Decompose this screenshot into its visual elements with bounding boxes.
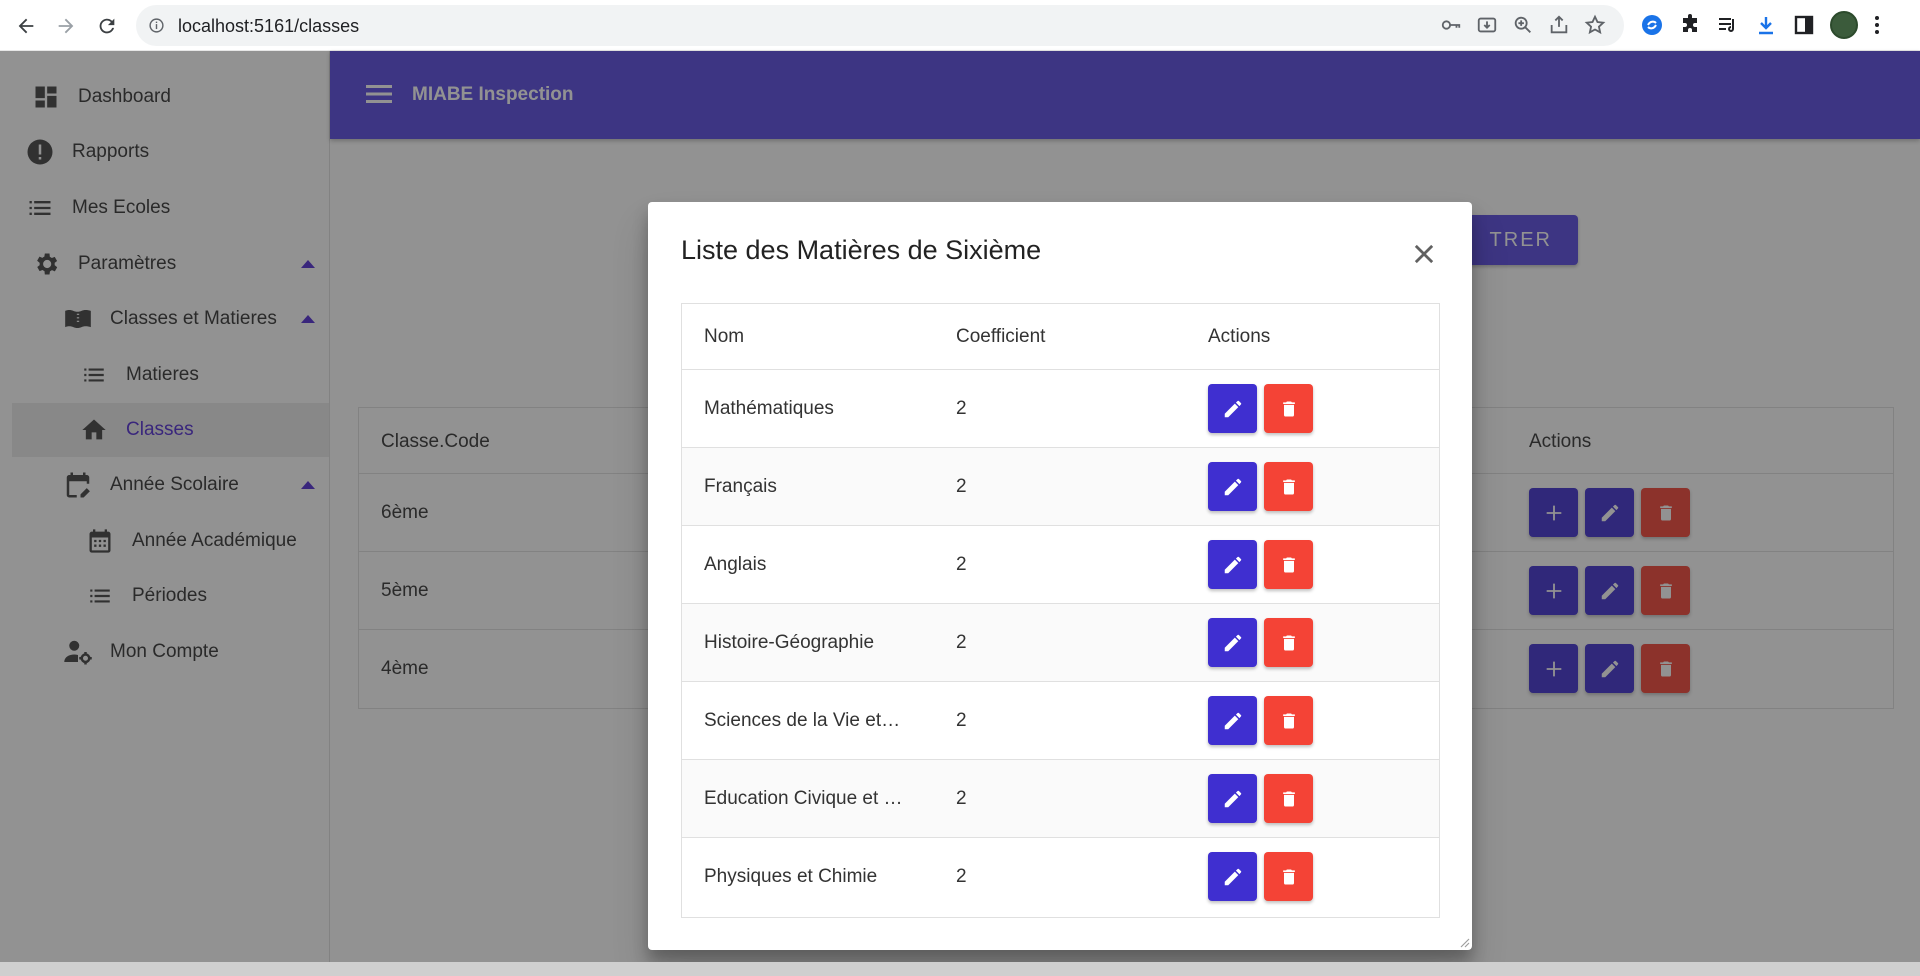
- url-text[interactable]: localhost:5161/classes: [178, 16, 359, 37]
- pencil-icon: [1224, 790, 1241, 807]
- subject-name: Histoire-Géographie: [704, 632, 875, 653]
- app-shell: Dashboard Rapports Mes Ecoles Paramètres: [0, 51, 1920, 976]
- table-row: Histoire-Géographie 2: [682, 604, 1439, 682]
- edit-button[interactable]: [1208, 462, 1257, 511]
- trash-icon: [1282, 401, 1295, 416]
- edit-button[interactable]: [1208, 618, 1257, 667]
- table-row: Mathématiques 2: [682, 370, 1439, 448]
- share-icon[interactable]: [1548, 14, 1570, 36]
- page-horizontal-scrollbar[interactable]: [0, 962, 1920, 976]
- reload-icon: [99, 18, 115, 34]
- pencil-icon: [1224, 868, 1241, 885]
- arrow-right-icon: [58, 18, 74, 34]
- delete-button[interactable]: [1264, 384, 1313, 433]
- subject-name: Education Civique et …: [704, 788, 903, 809]
- edit-button[interactable]: [1208, 384, 1257, 433]
- browser-toolbar: localhost:5161/classes: [0, 0, 1920, 51]
- subject-name: Sciences de la Vie et…: [704, 710, 901, 731]
- trash-icon: [1282, 869, 1295, 884]
- key-icon[interactable]: [1440, 14, 1462, 36]
- delete-button[interactable]: [1264, 462, 1313, 511]
- table-row: Français 2: [682, 448, 1439, 526]
- edit-button[interactable]: [1208, 696, 1257, 745]
- pencil-icon: [1224, 400, 1241, 417]
- table-row: Physiques et Chimie 2: [682, 838, 1439, 916]
- column-header-actions: Actions: [1208, 326, 1271, 347]
- install-icon[interactable]: [1476, 14, 1498, 36]
- subject-coefficient: 2: [956, 866, 967, 887]
- subject-coefficient: 2: [956, 398, 967, 419]
- pencil-icon: [1224, 634, 1241, 651]
- subject-coefficient: 2: [956, 710, 967, 731]
- trash-icon: [1282, 557, 1295, 572]
- subjects-table: Nom Coefficient Actions Mathématiques 2 …: [681, 303, 1440, 918]
- edit-button[interactable]: [1208, 540, 1257, 589]
- download-icon[interactable]: [1754, 13, 1778, 37]
- delete-button[interactable]: [1264, 774, 1313, 823]
- forward-button[interactable]: [52, 12, 80, 40]
- pencil-icon: [1224, 712, 1241, 729]
- extension-blue-icon[interactable]: [1640, 13, 1664, 37]
- back-button[interactable]: [12, 12, 40, 40]
- delete-button[interactable]: [1264, 540, 1313, 589]
- table-row: Sciences de la Vie et… 2: [682, 682, 1439, 760]
- column-header-coefficient: Coefficient: [956, 326, 1046, 347]
- table-row: Education Civique et … 2: [682, 760, 1439, 838]
- star-icon[interactable]: [1584, 14, 1606, 36]
- puzzle-icon[interactable]: [1678, 13, 1702, 37]
- subject-coefficient: 2: [956, 788, 967, 809]
- trash-icon: [1282, 713, 1295, 728]
- delete-button[interactable]: [1264, 852, 1313, 901]
- dialog-title: Liste des Matières de Sixième: [681, 235, 1042, 265]
- trash-icon: [1282, 479, 1295, 494]
- subject-name: Mathématiques: [704, 398, 834, 419]
- profile-avatar[interactable]: [1830, 11, 1858, 39]
- sidepanel-icon[interactable]: [1792, 13, 1816, 37]
- subject-coefficient: 2: [956, 476, 967, 497]
- info-icon: [149, 18, 164, 33]
- pencil-icon: [1224, 478, 1241, 495]
- address-bar[interactable]: localhost:5161/classes: [136, 5, 1624, 46]
- zoom-icon[interactable]: [1512, 14, 1534, 36]
- subjects-dialog: Liste des Matières de Sixième Nom Coeffi…: [648, 202, 1472, 950]
- media-icon[interactable]: [1716, 13, 1740, 37]
- subject-name: Français: [704, 476, 777, 497]
- arrow-left-icon: [18, 18, 34, 34]
- table-header: Nom Coefficient Actions: [682, 304, 1439, 370]
- resize-grip-icon[interactable]: [1458, 936, 1470, 948]
- trash-icon: [1282, 635, 1295, 650]
- subject-coefficient: 2: [956, 554, 967, 575]
- subject-coefficient: 2: [956, 632, 967, 653]
- pencil-icon: [1224, 556, 1241, 573]
- reload-button[interactable]: [93, 12, 121, 40]
- column-header-nom: Nom: [704, 326, 745, 347]
- more-vert-icon[interactable]: [1872, 13, 1882, 37]
- subject-name: Physiques et Chimie: [704, 866, 878, 887]
- close-icon[interactable]: [1410, 240, 1438, 268]
- trash-icon: [1282, 791, 1295, 806]
- subject-name: Anglais: [704, 554, 767, 575]
- table-row: Anglais 2: [682, 526, 1439, 604]
- edit-button[interactable]: [1208, 852, 1257, 901]
- delete-button[interactable]: [1264, 696, 1313, 745]
- delete-button[interactable]: [1264, 618, 1313, 667]
- edit-button[interactable]: [1208, 774, 1257, 823]
